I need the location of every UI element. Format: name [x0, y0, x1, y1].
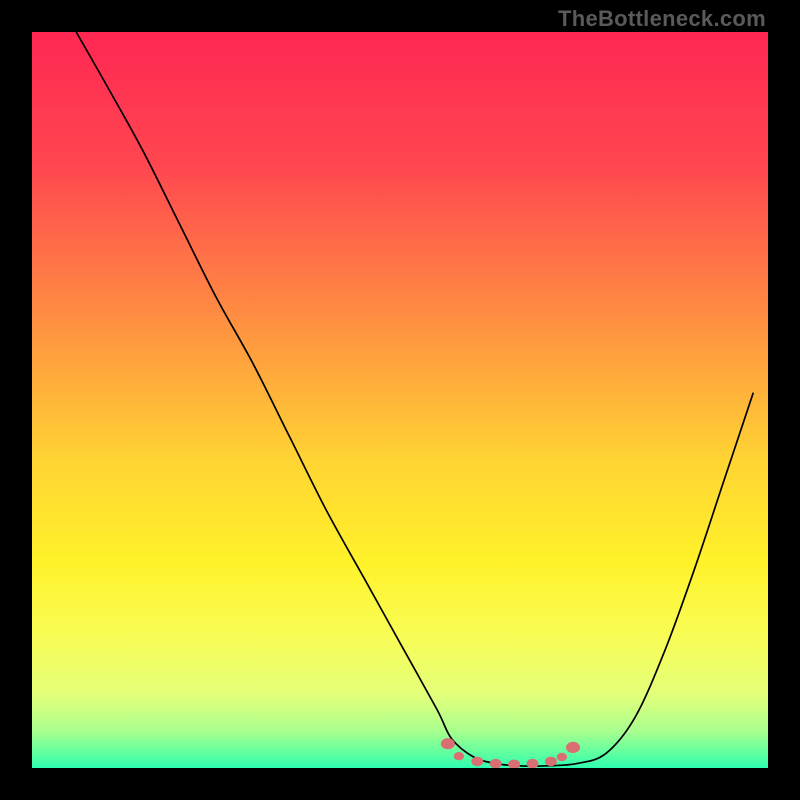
bottleneck-curve	[76, 32, 753, 766]
marker-dot	[441, 738, 455, 749]
chart-stage: TheBottleneck.com	[0, 0, 800, 800]
marker-dot	[566, 742, 580, 753]
marker-dot	[557, 753, 567, 761]
marker-dot	[527, 759, 539, 768]
curve-layer	[32, 32, 768, 768]
marker-dot	[454, 752, 464, 760]
plot-area	[32, 32, 768, 768]
optimal-range-markers	[441, 738, 580, 768]
marker-dot	[490, 759, 502, 768]
marker-dot	[471, 757, 483, 767]
marker-dot	[545, 757, 557, 767]
marker-dot	[508, 760, 520, 769]
watermark-text: TheBottleneck.com	[558, 6, 766, 32]
